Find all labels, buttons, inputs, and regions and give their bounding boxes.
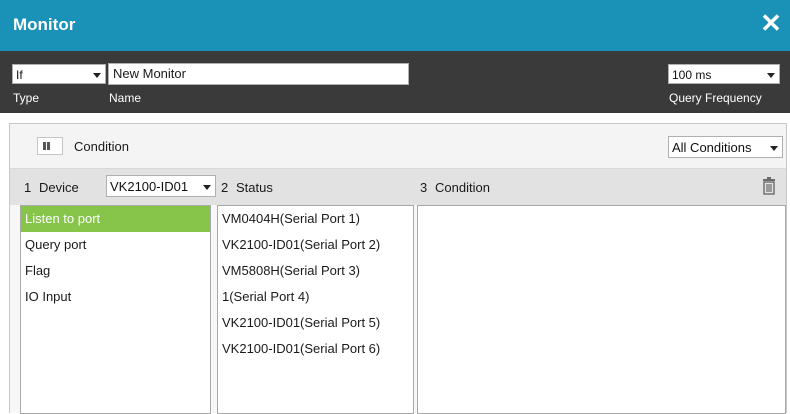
condition-label: Condition (74, 139, 129, 154)
query-frequency-select[interactable]: 100 ms (668, 64, 780, 84)
pause-toggle-icon[interactable] (37, 137, 63, 155)
condition-list[interactable] (417, 205, 786, 414)
device-select-value: VK2100-ID01 (110, 179, 189, 194)
title-bar: Monitor ✕ (0, 0, 790, 51)
condition-column-label: Condition (435, 180, 490, 195)
list-item[interactable]: Flag (21, 258, 210, 284)
conditions-filter-value: All Conditions (672, 140, 752, 155)
status-column-label: Status (236, 180, 273, 195)
device-select[interactable]: VK2100-ID01 (106, 175, 216, 197)
condition-panel: Condition All Conditions 1 Device VK2100… (9, 123, 787, 414)
query-frequency-label: Query Frequency (669, 91, 762, 105)
list-item[interactable]: VM5808H(Serial Port 3) (218, 258, 413, 284)
device-type-list[interactable]: Listen to port Query port Flag IO Input (20, 205, 211, 414)
device-column-label: Device (39, 180, 79, 195)
status-column-number: 2 (221, 180, 229, 195)
condition-header: Condition All Conditions (10, 124, 786, 169)
name-input[interactable]: New Monitor (108, 63, 409, 85)
condition-column-number: 3 (420, 180, 428, 195)
close-icon[interactable]: ✕ (758, 10, 784, 36)
column-headers: 1 Device VK2100-ID01 2 Status 3 Conditio… (10, 169, 786, 205)
chevron-down-icon (203, 185, 211, 190)
list-item[interactable]: 1(Serial Port 4) (218, 284, 413, 310)
type-select[interactable]: If (12, 64, 106, 84)
name-input-value: New Monitor (113, 66, 186, 81)
monitor-settings-bar: If Type New Monitor Name 100 ms Query Fr… (0, 51, 790, 113)
device-column-number: 1 (24, 180, 32, 195)
status-list[interactable]: VM0404H(Serial Port 1) VK2100-ID01(Serial… (217, 205, 414, 414)
list-item[interactable]: VK2100-ID01(Serial Port 2) (218, 232, 413, 258)
chevron-down-icon (770, 146, 778, 151)
type-select-value: If (16, 68, 23, 82)
type-label: Type (13, 91, 40, 105)
name-label: Name (109, 91, 142, 105)
window-title: Monitor (13, 15, 76, 34)
list-item[interactable]: Listen to port (21, 206, 210, 232)
list-item[interactable]: VM0404H(Serial Port 1) (218, 206, 413, 232)
chevron-down-icon (93, 73, 101, 78)
chevron-down-icon (767, 73, 775, 78)
list-item[interactable]: IO Input (21, 284, 210, 310)
trash-icon[interactable] (762, 177, 776, 195)
list-item[interactable]: VK2100-ID01(Serial Port 5) (218, 310, 413, 336)
list-item[interactable]: Query port (21, 232, 210, 258)
list-item[interactable]: VK2100-ID01(Serial Port 6) (218, 336, 413, 362)
conditions-filter-select[interactable]: All Conditions (668, 136, 783, 158)
query-frequency-value: 100 ms (672, 68, 712, 82)
